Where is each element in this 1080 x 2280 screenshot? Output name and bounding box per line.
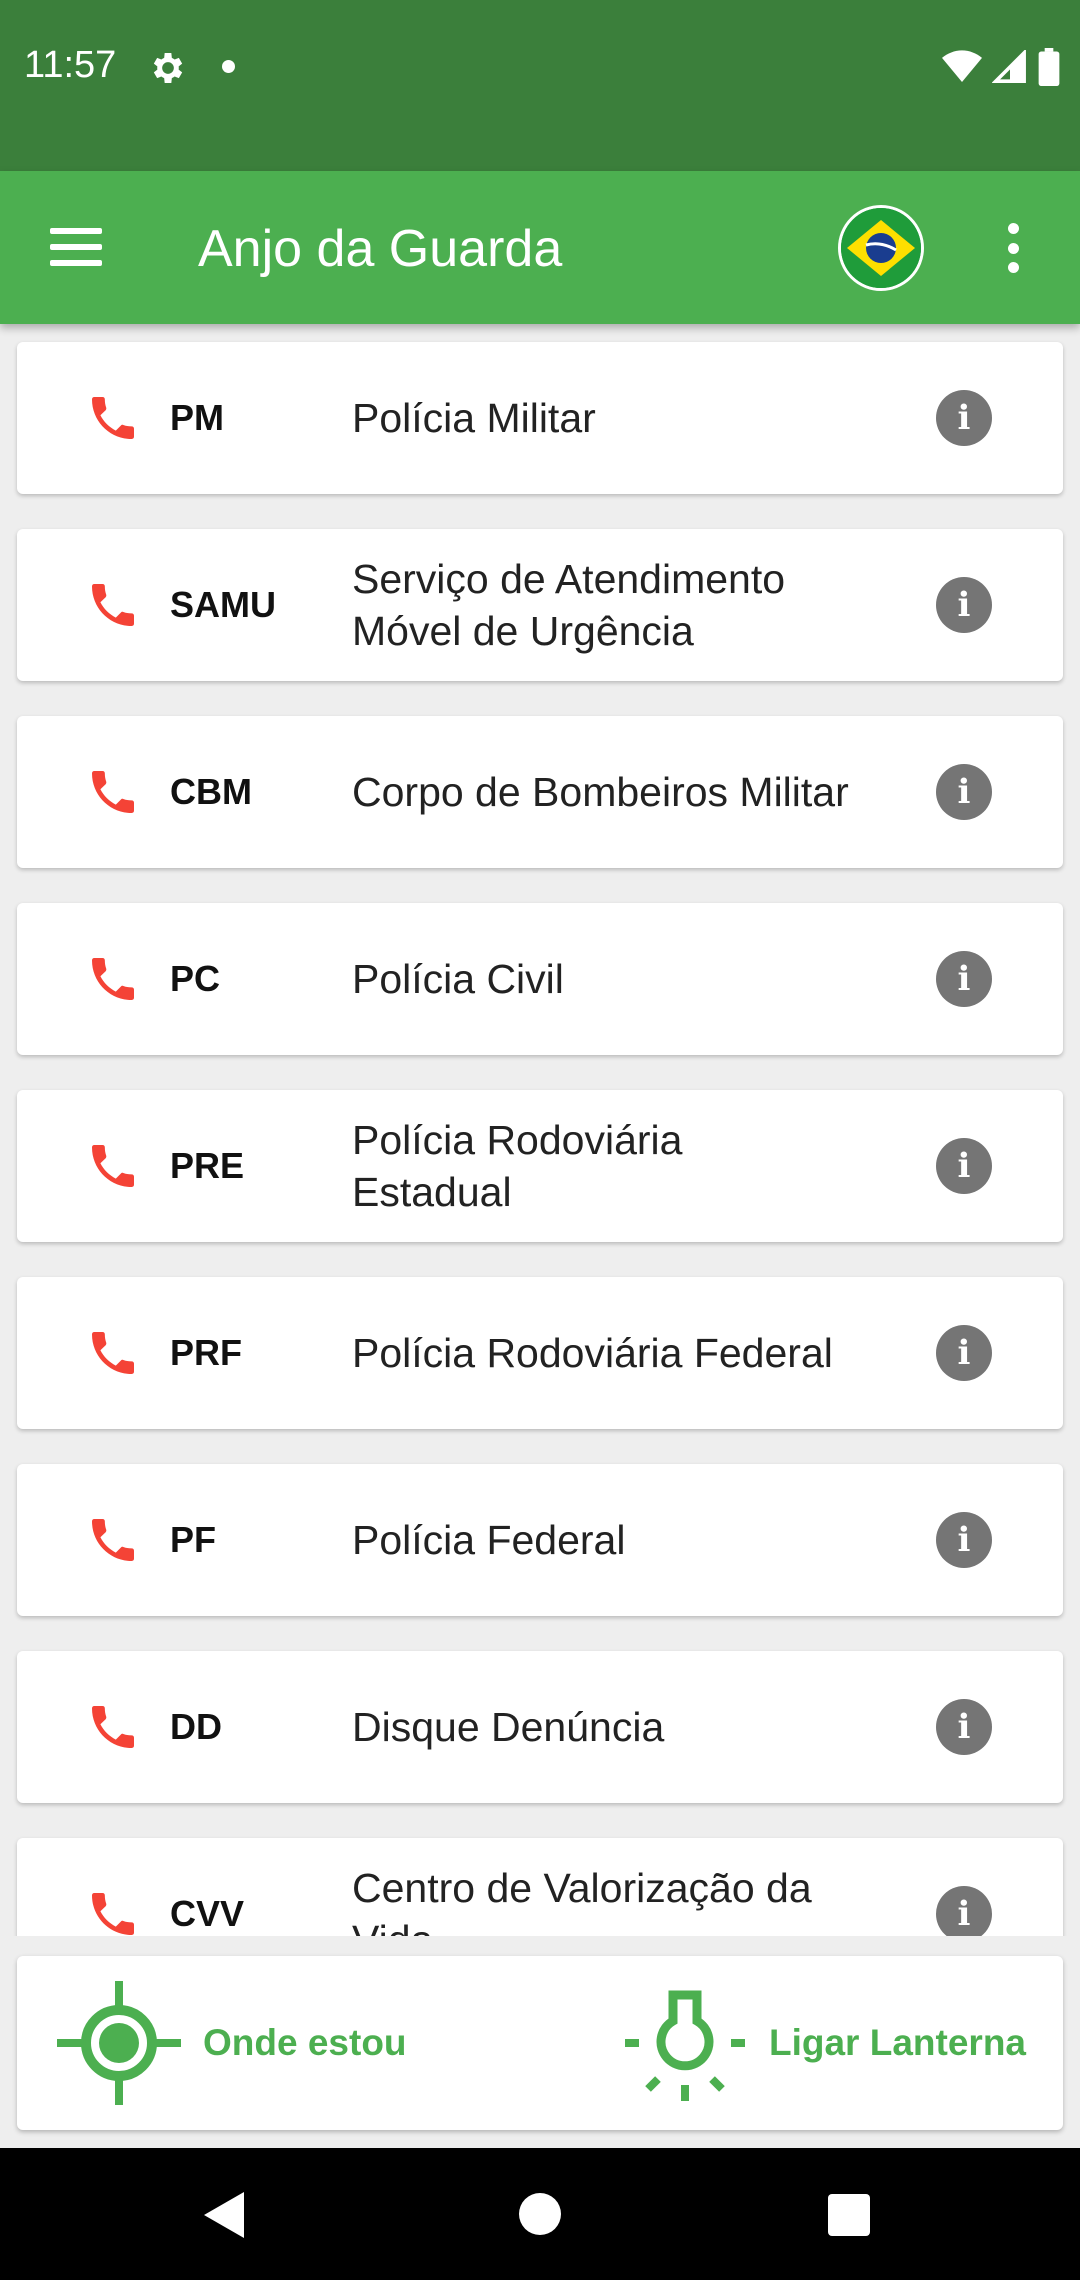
contact-name: Polícia Rodoviária Estadual — [352, 1117, 683, 1215]
contact-abbreviation: CBM — [170, 771, 252, 812]
contact-abbreviation: DD — [170, 1706, 222, 1747]
flashlight-label: Ligar Lanterna — [769, 2022, 1026, 2063]
contact-name: Serviço de Atendimento Móvel de Urgência — [352, 556, 786, 654]
contact-name: Polícia Federal — [352, 1517, 626, 1563]
battery-icon — [1038, 48, 1060, 86]
contact-name: Polícia Civil — [352, 956, 564, 1002]
status-bar: 11:57 — [0, 0, 1080, 171]
signal-icon — [992, 50, 1026, 83]
hamburger-menu-icon[interactable] — [40, 215, 110, 279]
recents-icon[interactable] — [828, 2194, 870, 2236]
contact-card[interactable]: SAMU Serviço de Atendimento Móvel de Urgê… — [17, 529, 1063, 681]
contact-card[interactable]: DD Disque Denúncia i — [17, 1651, 1063, 1803]
navigation-bar — [0, 2148, 1080, 2280]
info-icon[interactable]: i — [936, 1325, 992, 1381]
brazil-flag-icon[interactable] — [838, 205, 924, 291]
contact-name: Polícia Rodoviária Federal — [352, 1330, 833, 1376]
phone-icon[interactable] — [85, 951, 141, 1007]
contact-name: Polícia Militar — [352, 395, 596, 441]
phone-icon[interactable] — [85, 764, 141, 820]
phone-icon[interactable] — [85, 577, 141, 633]
more-vert-icon[interactable] — [988, 217, 1038, 279]
home-icon[interactable] — [519, 2193, 561, 2235]
bottom-actions-panel: Onde estou Ligar Lanterna — [17, 1956, 1063, 2130]
contact-card[interactable]: PC Polícia Civil i — [17, 903, 1063, 1055]
status-icons — [942, 46, 1060, 88]
phone-icon[interactable] — [85, 1325, 141, 1381]
contact-card[interactable]: PRE Polícia Rodoviária Estadual i — [17, 1090, 1063, 1242]
app-title: Anjo da Guarda — [198, 220, 563, 278]
info-icon[interactable]: i — [936, 390, 992, 446]
contact-card[interactable]: PRF Polícia Rodoviária Federal i — [17, 1277, 1063, 1429]
phone-icon[interactable] — [85, 390, 141, 446]
contact-card[interactable]: PF Polícia Federal i — [17, 1464, 1063, 1616]
contact-abbreviation: SAMU — [170, 584, 276, 625]
info-icon[interactable]: i — [936, 764, 992, 820]
wifi-icon — [942, 50, 982, 82]
info-icon[interactable]: i — [936, 951, 992, 1007]
info-icon[interactable]: i — [936, 1699, 992, 1755]
contact-name: Corpo de Bombeiros Militar — [352, 769, 849, 815]
notification-dot-icon — [222, 60, 235, 73]
contact-abbreviation: PF — [170, 1519, 217, 1560]
contact-name: Centro de Valorização da Vida — [352, 1865, 812, 1936]
info-icon[interactable]: i — [936, 1886, 992, 1936]
contact-list[interactable]: PM Polícia Militar i SAMU Serviço de Atendim… — [0, 324, 1080, 1936]
status-time: 11:57 — [24, 44, 117, 86]
contact-abbreviation: PRF — [170, 1332, 242, 1373]
back-icon[interactable] — [204, 2192, 246, 2238]
gear-icon — [153, 53, 183, 83]
contact-card[interactable]: PM Polícia Militar i — [17, 342, 1063, 494]
info-icon[interactable]: i — [936, 577, 992, 633]
contact-card[interactable]: CVV Centro de Valorização da Vida i — [17, 1838, 1063, 1936]
app-bar: Anjo da Guarda — [0, 171, 1080, 324]
contact-abbreviation: PM — [170, 397, 224, 438]
phone-icon[interactable] — [85, 1138, 141, 1194]
info-icon[interactable]: i — [936, 1512, 992, 1568]
flashlight-icon — [625, 1990, 745, 2101]
contact-card[interactable]: CBM Corpo de Bombeiros Militar i — [17, 716, 1063, 868]
phone-icon[interactable] — [85, 1699, 141, 1755]
contact-abbreviation: PRE — [170, 1145, 245, 1186]
contact-name: Disque Denúncia — [352, 1704, 665, 1750]
where-am-i-label: Onde estou — [203, 2022, 407, 2063]
contact-abbreviation: PC — [170, 958, 221, 999]
my-location-icon — [57, 1981, 181, 2105]
info-icon[interactable]: i — [936, 1138, 992, 1194]
where-am-i-button[interactable]: Onde estou — [57, 1956, 407, 2130]
flashlight-button[interactable]: Ligar Lanterna — [623, 1956, 1026, 2130]
contact-abbreviation: CVV — [170, 1893, 245, 1934]
phone-icon[interactable] — [85, 1512, 141, 1568]
phone-icon[interactable] — [85, 1886, 141, 1936]
